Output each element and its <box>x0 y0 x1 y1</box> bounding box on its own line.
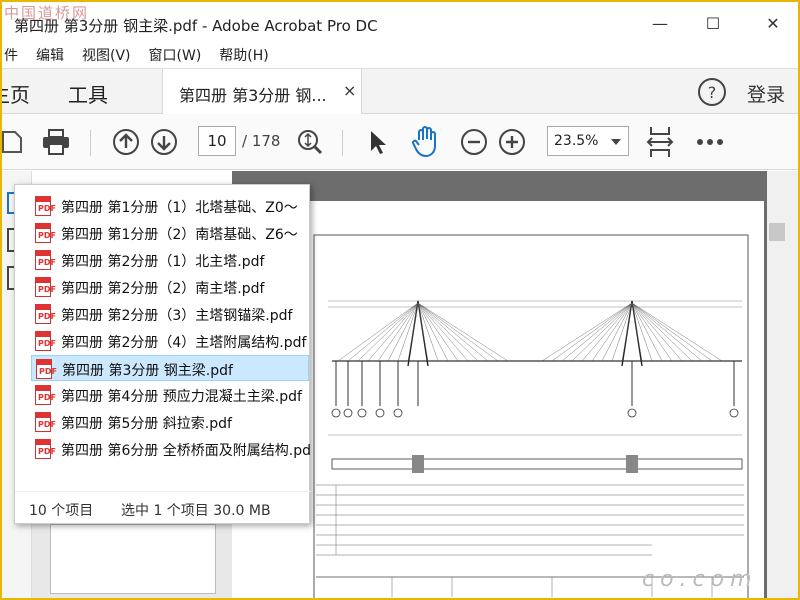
file-name: 第四册 第3分册 钢主梁.pdf <box>62 363 233 379</box>
file-name: 第四册 第1分册（2）南塔基础、Z6～ <box>61 227 298 243</box>
file-name: 第四册 第2分册（2）南主塔.pdf <box>61 281 265 297</box>
pdf-icon-label: PDF <box>38 204 56 213</box>
tab-bar: 主页 工具 第四册 第3分册 钢... × ? 登录 <box>2 68 798 115</box>
tab-close-icon[interactable]: × <box>343 81 356 100</box>
menu-file[interactable]: 件 <box>4 45 18 65</box>
file-name: 第四册 第6分册 全桥桥面及附属结构.pdf <box>61 443 311 459</box>
item-count: 10 个项目 <box>29 503 94 519</box>
file-status-bar: 10 个项目 选中 1 个项目 30.0 MB <box>15 491 311 525</box>
login-button[interactable]: 登录 <box>747 80 785 107</box>
pdf-file-icon: PDF <box>35 439 56 459</box>
save-icon[interactable] <box>2 126 28 158</box>
page-total: / 178 <box>242 132 281 150</box>
print-icon[interactable] <box>40 126 72 158</box>
pdf-icon-label: PDF <box>38 231 56 240</box>
zoom-in-icon[interactable] <box>496 126 528 158</box>
pdf-icon-label: PDF <box>38 258 56 267</box>
pdf-icon-label: PDF <box>38 447 56 456</box>
help-button[interactable]: ? <box>698 78 726 106</box>
maximize-button[interactable]: ☐ <box>698 10 728 36</box>
zoom-out-icon[interactable] <box>458 126 490 158</box>
pdf-page <box>232 201 764 598</box>
hand-tool-icon[interactable] <box>410 126 442 158</box>
zoom-fit-icon[interactable] <box>294 126 326 158</box>
menu-view[interactable]: 视图(V) <box>82 45 131 65</box>
file-list-item[interactable]: PDF 第四册 第4分册 预应力混凝土主梁.pdf <box>31 382 309 408</box>
pdf-file-icon: PDF <box>35 223 56 243</box>
selection-info: 选中 1 个项目 30.0 MB <box>121 503 271 519</box>
file-name: 第四册 第1分册（1）北塔基础、Z0～ <box>61 200 298 216</box>
select-cursor-icon[interactable] <box>362 126 394 158</box>
watermark-bottom: co.com <box>642 567 758 592</box>
next-page-icon[interactable] <box>148 126 180 158</box>
chevron-down-icon <box>611 139 621 145</box>
vertical-scrollbar[interactable] <box>767 171 798 598</box>
pdf-icon-label: PDF <box>39 367 57 376</box>
tab-home[interactable]: 主页 <box>2 79 30 108</box>
file-name: 第四册 第2分册（1）北主塔.pdf <box>61 254 265 270</box>
pdf-file-icon: PDF <box>35 250 56 270</box>
page-number-input[interactable]: 10 <box>198 126 236 156</box>
prev-page-icon[interactable] <box>110 126 142 158</box>
zoom-level-value: 23.5% <box>554 133 599 149</box>
tab-document[interactable]: 第四册 第3分册 钢... × <box>162 69 362 115</box>
menu-bar: 件 编辑 视图(V) 窗口(W) 帮助(H) <box>2 42 798 68</box>
file-list-item[interactable]: PDF 第四册 第5分册 斜拉索.pdf <box>31 409 309 435</box>
tab-tools[interactable]: 工具 <box>68 79 108 108</box>
pdf-icon-label: PDF <box>38 339 56 348</box>
file-list-popup: PDF 第四册 第1分册（1）北塔基础、Z0～ PDF 第四册 第1分册（2）南塔基础… <box>14 184 311 525</box>
toolbar-divider <box>90 130 91 156</box>
pdf-file-icon: PDF <box>35 412 56 432</box>
file-list-item[interactable]: PDF 第四册 第2分册（2）南主塔.pdf <box>31 274 309 300</box>
minimize-button[interactable]: — <box>645 10 675 36</box>
file-name: 第四册 第2分册（3）主塔钢锚梁.pdf <box>61 308 293 324</box>
pdf-file-icon: PDF <box>35 331 56 351</box>
file-list-item[interactable]: PDF 第四册 第6分册 全桥桥面及附属结构.pdf <box>31 436 311 462</box>
file-list-item[interactable]: PDF 第四册 第2分册（1）北主塔.pdf <box>31 247 309 273</box>
pdf-icon-label: PDF <box>38 420 56 429</box>
scrollbar-thumb[interactable] <box>769 223 785 241</box>
file-name: 第四册 第2分册（4）主塔附属结构.pdf <box>61 335 307 351</box>
menu-edit[interactable]: 编辑 <box>36 45 64 65</box>
fit-page-icon[interactable] <box>644 126 676 158</box>
toolbar-divider <box>342 130 343 156</box>
file-list-item[interactable]: PDF 第四册 第1分册（2）南塔基础、Z6～ <box>31 220 309 246</box>
pdf-file-icon: PDF <box>35 385 56 405</box>
pdf-icon-label: PDF <box>38 285 56 294</box>
app-window: 中国道桥网 第四册 第3分册 钢主梁.pdf - Adobe Acrobat P… <box>0 0 800 600</box>
window-title: 第四册 第3分册 钢主梁.pdf - Adobe Acrobat Pro DC <box>14 17 378 35</box>
page-thumbnail[interactable] <box>50 524 216 594</box>
pdf-file-icon: PDF <box>35 277 56 297</box>
pdf-file-icon: PDF <box>36 359 57 379</box>
file-name: 第四册 第5分册 斜拉索.pdf <box>61 416 232 432</box>
file-list-item[interactable]: PDF 第四册 第3分册 钢主梁.pdf <box>31 355 309 381</box>
more-tools-icon[interactable] <box>694 126 726 158</box>
document-viewport[interactable] <box>232 171 767 598</box>
pdf-file-icon: PDF <box>35 196 56 216</box>
file-list-item[interactable]: PDF 第四册 第1分册（1）北塔基础、Z0～ <box>31 193 309 219</box>
thumbnail-panel <box>32 524 232 598</box>
title-bar: 中国道桥网 第四册 第3分册 钢主梁.pdf - Adobe Acrobat P… <box>2 2 798 42</box>
file-list-item[interactable]: PDF 第四册 第2分册（4）主塔附属结构.pdf <box>31 328 309 354</box>
menu-window[interactable]: 窗口(W) <box>149 45 202 65</box>
pdf-icon-label: PDF <box>38 312 56 321</box>
toolbar: 10 / 178 23.5% <box>2 114 798 170</box>
tab-document-label: 第四册 第3分册 钢... <box>179 86 327 105</box>
zoom-level-select[interactable]: 23.5% <box>547 126 629 156</box>
pdf-icon-label: PDF <box>38 393 56 402</box>
close-button[interactable]: ✕ <box>758 10 788 36</box>
bridge-drawing <box>313 234 749 598</box>
file-list-item[interactable]: PDF 第四册 第2分册（3）主塔钢锚梁.pdf <box>31 301 309 327</box>
pdf-file-icon: PDF <box>35 304 56 324</box>
file-name: 第四册 第4分册 预应力混凝土主梁.pdf <box>61 389 302 405</box>
menu-help[interactable]: 帮助(H) <box>219 45 268 65</box>
